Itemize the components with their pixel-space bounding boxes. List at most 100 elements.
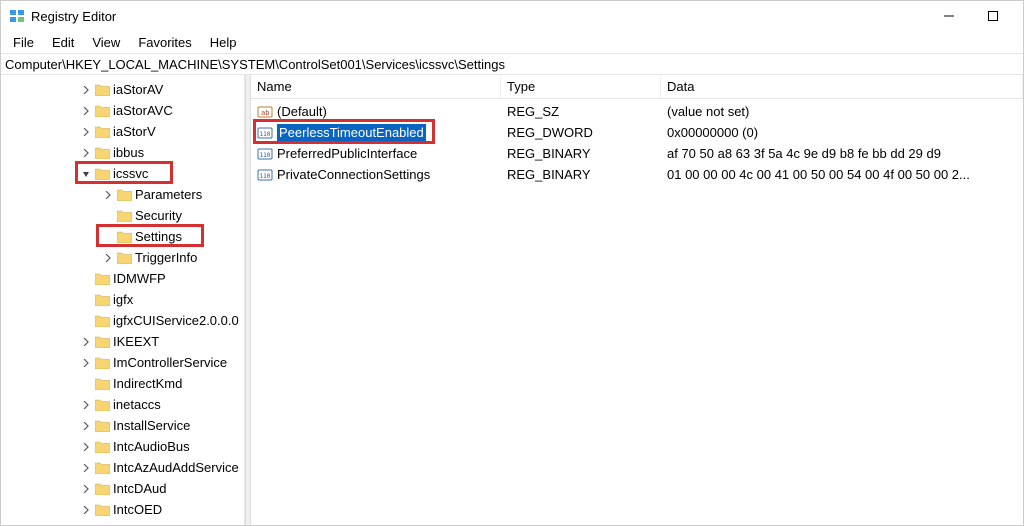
twisty-icon[interactable] [101,254,115,262]
folder-icon [93,462,111,474]
menu-help[interactable]: Help [202,33,245,52]
list-header: Name Type Data [251,75,1023,99]
binary-value-icon: 110 [257,125,273,141]
tree-item-igfxcuiservice2-0-0-0[interactable]: igfxCUIService2.0.0.0 [1,310,244,331]
twisty-icon[interactable] [79,107,93,115]
titlebar: Registry Editor [1,1,1023,31]
twisty-icon[interactable] [79,170,93,178]
twisty-icon[interactable] [79,128,93,136]
twisty-icon[interactable] [79,422,93,430]
svg-text:110: 110 [260,131,271,138]
value-data: af 70 50 a8 63 3f 5a 4c 9e d9 b8 fe bb d… [661,146,1023,161]
tree-item-intcoed[interactable]: IntcOED [1,499,244,520]
tree-item-icssvc[interactable]: icssvc [1,163,244,184]
value-name: (Default) [277,104,327,119]
tree-item-iastorav[interactable]: iaStorAV [1,79,244,100]
tree-item-settings[interactable]: Settings [1,226,244,247]
folder-icon [93,126,111,138]
twisty-icon[interactable] [79,464,93,472]
tree-item-label: iaStorV [111,124,158,139]
twisty-icon[interactable] [79,506,93,514]
tree-item-inetaccs[interactable]: inetaccs [1,394,244,415]
tree-item-triggerinfo[interactable]: TriggerInfo [1,247,244,268]
tree-item-indirectkmd[interactable]: IndirectKmd [1,373,244,394]
tree-panel[interactable]: iaStorAV iaStorAVC iaStorV ibbusicssvc Param… [1,75,245,525]
value-name: PrivateConnectionSettings [277,167,430,182]
menubar: File Edit View Favorites Help [1,31,1023,53]
twisty-icon[interactable] [79,485,93,493]
folder-icon [93,420,111,432]
folder-icon [93,168,111,180]
tree-item-label: Security [133,208,184,223]
tree-item-iastorv[interactable]: iaStorV [1,121,244,142]
tree-item-label: ImControllerService [111,355,229,370]
content: iaStorAV iaStorAVC iaStorV ibbusicssvc Param… [1,75,1023,525]
menu-file[interactable]: File [5,33,42,52]
tree-item-security[interactable]: Security [1,205,244,226]
menu-edit[interactable]: Edit [44,33,82,52]
tree-item-idmwfp[interactable]: IDMWFP [1,268,244,289]
folder-icon [93,84,111,96]
twisty-icon[interactable] [101,191,115,199]
binary-value-icon: 110 [257,167,273,183]
value-row[interactable]: 110 PrivateConnectionSettings REG_BINARY01… [251,164,1023,185]
menu-view[interactable]: View [84,33,128,52]
maximize-button[interactable] [971,1,1015,31]
svg-text:ab: ab [261,109,269,117]
twisty-icon[interactable] [79,401,93,409]
tree-item-ibbus[interactable]: ibbus [1,142,244,163]
column-header-data[interactable]: Data [661,75,1023,98]
tree-item-installservice[interactable]: InstallService [1,415,244,436]
value-name: PeerlessTimeoutEnabled [277,124,426,141]
tree-item-imcontrollerservice[interactable]: ImControllerService [1,352,244,373]
twisty-icon[interactable] [79,338,93,346]
minimize-button[interactable] [927,1,971,31]
value-data: 0x00000000 (0) [661,125,1023,140]
folder-icon [93,357,111,369]
tree-item-label: Parameters [133,187,204,202]
tree-item-label: inetaccs [111,397,163,412]
tree-item-iastoravc[interactable]: iaStorAVC [1,100,244,121]
folder-icon [93,504,111,516]
twisty-icon[interactable] [79,443,93,451]
tree-item-label: igfxCUIService2.0.0.0 [111,313,241,328]
value-row[interactable]: 110PreferredPublicInterfaceREG_BINARYaf … [251,143,1023,164]
folder-icon [93,378,111,390]
app-icon [9,8,25,24]
tree-item-label: Settings [133,229,184,244]
tree-item-igfx[interactable]: igfx [1,289,244,310]
twisty-icon[interactable] [79,359,93,367]
value-type: REG_SZ [501,104,661,119]
value-type: REG_BINARY [501,167,661,182]
tree-item-label: TriggerInfo [133,250,199,265]
folder-icon [93,294,111,306]
tree-item-label: IDMWFP [111,271,168,286]
twisty-icon[interactable] [79,86,93,94]
address-path: Computer\HKEY_LOCAL_MACHINE\SYSTEM\Contr… [5,57,505,72]
column-header-type[interactable]: Type [501,75,661,98]
tree-item-intcaudiobus[interactable]: IntcAudioBus [1,436,244,457]
twisty-icon[interactable] [79,149,93,157]
tree-item-intcazaudaddservice[interactable]: IntcAzAudAddService [1,457,244,478]
address-bar[interactable]: Computer\HKEY_LOCAL_MACHINE\SYSTEM\Contr… [1,53,1023,75]
value-row[interactable]: ab (Default) REG_SZ(value not set) [251,101,1023,122]
tree-item-parameters[interactable]: Parameters [1,184,244,205]
value-data: 01 00 00 00 4c 00 41 00 50 00 54 00 4f 0… [661,167,1023,182]
folder-icon [93,399,111,411]
tree-item-label: InstallService [111,418,192,433]
folder-icon [115,189,133,201]
tree-item-label: IndirectKmd [111,376,184,391]
value-name: PreferredPublicInterface [277,146,417,161]
value-data: (value not set) [661,104,1023,119]
tree-item-label: IntcAzAudAddService [111,460,241,475]
binary-value-icon: 110 [257,146,273,162]
value-row[interactable]: 110PeerlessTimeoutEnabledREG_DWORD0x0000… [251,122,1023,143]
tree-item-label: iaStorAV [111,82,165,97]
tree-item-ikeext[interactable]: IKEEXT [1,331,244,352]
menu-favorites[interactable]: Favorites [130,33,199,52]
list-body[interactable]: ab(Default)REG_SZ(value not set)110Peerl… [251,99,1023,525]
column-header-name[interactable]: Name [251,75,501,98]
folder-icon [93,273,111,285]
folder-icon [115,231,133,243]
tree-item-intcdaud[interactable]: IntcDAud [1,478,244,499]
